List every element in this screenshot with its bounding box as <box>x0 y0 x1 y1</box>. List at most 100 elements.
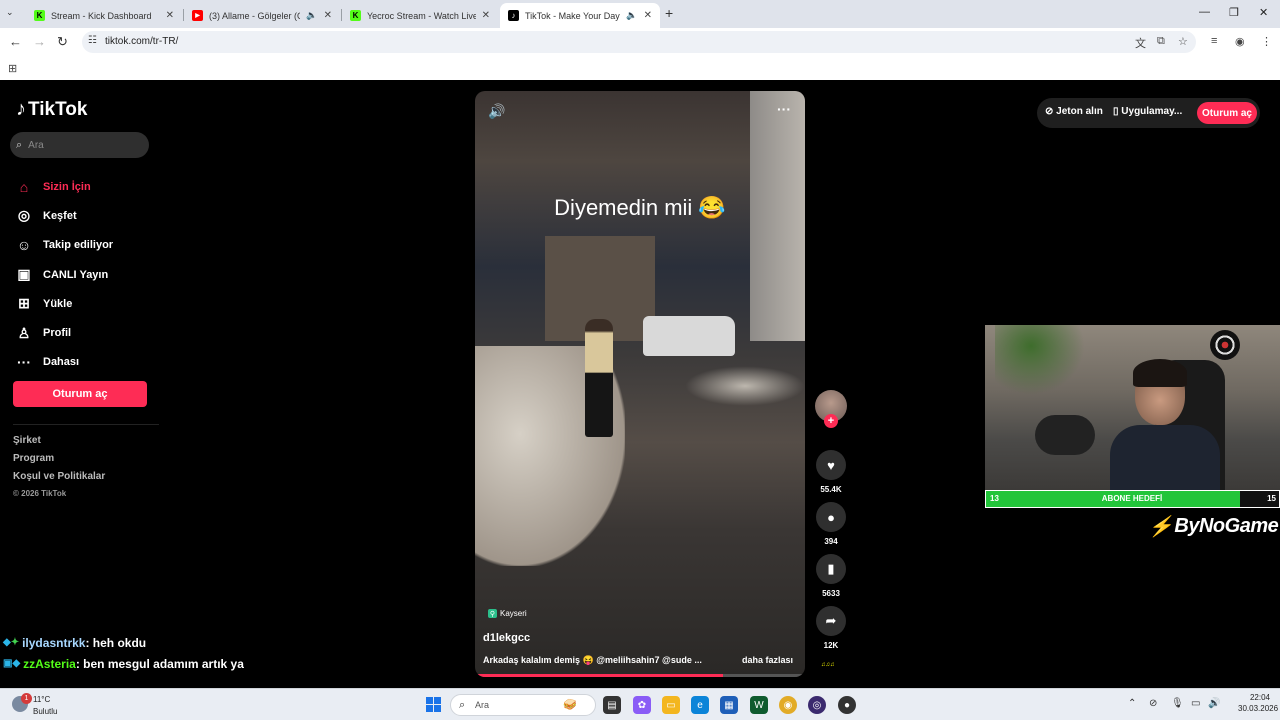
speaker-icon[interactable]: 🔈 <box>306 10 317 21</box>
bynogame-text: ByNoGame <box>1174 515 1279 537</box>
top-right-actions: ⊘ Jeton alın ▯ Uygulamay... Oturum aç <box>1037 98 1260 128</box>
apps-grid-icon[interactable]: ⊞ <box>8 62 17 75</box>
video-scene-van <box>643 316 735 356</box>
sub-goal-target: 15 <box>1267 494 1276 503</box>
save-count: 5633 <box>822 589 840 598</box>
media-controls-icon[interactable]: ≡ <box>1211 35 1217 47</box>
get-app-button[interactable]: ▯ Uygulamay... <box>1113 106 1182 117</box>
more-icon: ··· <box>17 354 31 371</box>
copilot-icon[interactable]: ✿ <box>633 696 651 714</box>
video-player[interactable]: Diyemedin mii 😂 🔊 ··· ⚲ Kayseri d1lekgcc… <box>475 91 805 677</box>
close-window-icon[interactable]: ✕ <box>1259 6 1268 19</box>
sidebar-item-explore[interactable]: ◎ Keşfet <box>14 201 154 230</box>
following-icon: ☺ <box>16 237 32 254</box>
obs-icon[interactable]: ◎ <box>808 696 826 714</box>
tab-kick-dashboard[interactable]: K Stream - Kick Dashboard ✕ <box>26 3 182 28</box>
login-button[interactable]: Oturum aç <box>13 381 147 407</box>
tab-tiktok[interactable]: ♪ TikTok - Make Your Day 🔈 ✕ <box>500 3 660 28</box>
edge-icon[interactable]: e <box>691 696 709 714</box>
creator-avatar[interactable]: + <box>815 390 847 428</box>
url-text: tiktok.com/tr-TR/ <box>105 36 179 47</box>
tab-search-icon[interactable]: ⌄ <box>6 7 14 18</box>
weather-widget[interactable]: 1 11°C Bulutlu <box>12 693 72 717</box>
store-icon[interactable]: ▦ <box>720 696 738 714</box>
back-icon[interactable]: ← <box>9 34 22 49</box>
save-button[interactable]: ▮ <box>816 554 846 584</box>
get-coins-label: Jeton alın <box>1056 106 1103 117</box>
volume-icon[interactable]: 🔊 <box>488 103 505 120</box>
see-more-link[interactable]: daha fazlası <box>742 655 793 665</box>
chat-badge-icon: ◆✦ <box>3 637 20 648</box>
task-view-icon[interactable]: ▤ <box>603 696 621 714</box>
share-button[interactable]: ➦ <box>816 606 846 636</box>
video-username[interactable]: d1lekgcc <box>483 632 530 644</box>
top-login-button[interactable]: Oturum aç <box>1197 102 1257 124</box>
minimize-icon[interactable]: — <box>1199 6 1210 18</box>
footer-link-terms[interactable]: Koşul ve Politikalar <box>13 471 105 489</box>
video-progress-bar[interactable] <box>475 674 805 677</box>
profile-icon[interactable]: ◉ <box>1235 35 1245 48</box>
forward-icon[interactable]: → <box>33 34 46 49</box>
search-input[interactable]: ⌕ Ara <box>10 132 149 158</box>
volume-icon[interactable]: 🔊 <box>1208 698 1220 709</box>
close-tab-icon[interactable]: ✕ <box>644 10 652 21</box>
like-button[interactable]: ♥ <box>816 450 846 480</box>
close-tab-icon[interactable]: ✕ <box>166 10 174 21</box>
restore-icon[interactable]: ❐ <box>1229 6 1239 19</box>
video-scene-person <box>585 319 613 437</box>
tab-yecroc-stream[interactable]: K Yecroc Stream - Watch Live on ✕ <box>342 3 498 28</box>
menu-icon[interactable]: ⋮ <box>1261 35 1272 48</box>
sidebar-item-for-you[interactable]: ⌂ Sizin İçin <box>14 172 154 201</box>
home-icon: ⌂ <box>19 178 29 195</box>
bynogame-logo: ⚡ ByNoGame <box>1148 514 1279 539</box>
get-coins-button[interactable]: ⊘ Jeton alın <box>1045 106 1103 117</box>
translate-icon[interactable]: 文 <box>1135 35 1146 51</box>
mic-icon[interactable]: 🎙 <box>1171 698 1184 709</box>
compass-icon: ◎ <box>17 207 31 224</box>
notification-badge: 1 <box>21 693 32 704</box>
taskbar-search[interactable]: ⌕ Ara 🥪 <box>450 694 596 716</box>
sidebar-item-live[interactable]: ▣ CANLI Yayın <box>14 260 154 289</box>
sidebar-nav: ⌂ Sizin İçin ◎ Keşfet ☺ Takip ediliyor ▣… <box>14 172 154 377</box>
reload-icon[interactable]: ↻ <box>57 34 68 50</box>
location-tag[interactable]: ⚲ Kayseri <box>488 609 527 618</box>
close-tab-icon[interactable]: ✕ <box>482 10 490 21</box>
more-options-icon[interactable]: ··· <box>777 101 791 117</box>
sidebar-item-profile[interactable]: ♙ Profil <box>14 318 154 347</box>
live-icon: ▣ <box>17 266 31 283</box>
streamer-webcam <box>985 325 1280 490</box>
network-icon[interactable]: ⊘ <box>1149 698 1157 709</box>
follow-plus-icon[interactable]: + <box>824 414 838 428</box>
browser-toolbar: ← → ↻ ☷ tiktok.com/tr-TR/ 文 ⧉ ☆ ≡ ◉ ⋮ <box>0 28 1280 56</box>
address-bar[interactable]: ☷ tiktok.com/tr-TR/ <box>82 31 1196 53</box>
footer-link-company[interactable]: Şirket <box>13 435 105 453</box>
tab-youtube[interactable]: ▶ (3) Allame - Gölgeler (Offici 🔈 ✕ <box>184 3 340 28</box>
sidebar-item-upload[interactable]: ⊞ Yükle <box>14 289 154 318</box>
music-disc-icon[interactable]: ♫♫♫ <box>821 662 835 668</box>
app-icon[interactable]: ● <box>838 696 856 714</box>
sidebar-item-following[interactable]: ☺ Takip ediliyor <box>14 231 154 260</box>
sidebar-item-label: Yükle <box>43 297 73 310</box>
taskbar-search-placeholder: Ara <box>475 700 490 710</box>
footer-link-program[interactable]: Program <box>13 453 105 471</box>
start-button[interactable] <box>426 697 441 712</box>
chrome-icon[interactable]: ◉ <box>779 696 797 714</box>
tiktok-logo[interactable]: ♪ TikTok <box>16 98 87 121</box>
video-scene-snow <box>685 366 805 406</box>
new-tab-icon[interactable]: + <box>665 5 673 21</box>
whatsapp-icon[interactable]: W <box>750 696 768 714</box>
tiktok-note-icon: ♪ <box>16 98 26 120</box>
comment-button[interactable]: ● <box>816 502 846 532</box>
install-app-icon[interactable]: ⧉ <box>1157 35 1165 48</box>
tray-chevron-icon[interactable]: ⌃ <box>1128 698 1136 709</box>
bookmark-star-icon[interactable]: ☆ <box>1178 35 1188 48</box>
tab-title: (3) Allame - Gölgeler (Offici <box>209 10 300 21</box>
display-icon[interactable]: ▭ <box>1191 698 1200 709</box>
system-clock[interactable]: 22:04 30.03.2026 <box>1238 693 1278 715</box>
comment-count: 394 <box>824 537 838 546</box>
file-explorer-icon[interactable]: ▭ <box>662 696 680 714</box>
close-tab-icon[interactable]: ✕ <box>324 10 332 21</box>
sidebar-item-more[interactable]: ··· Dahası <box>14 348 154 377</box>
site-info-icon[interactable]: ☷ <box>88 35 97 46</box>
speaker-icon[interactable]: 🔈 <box>626 10 637 21</box>
